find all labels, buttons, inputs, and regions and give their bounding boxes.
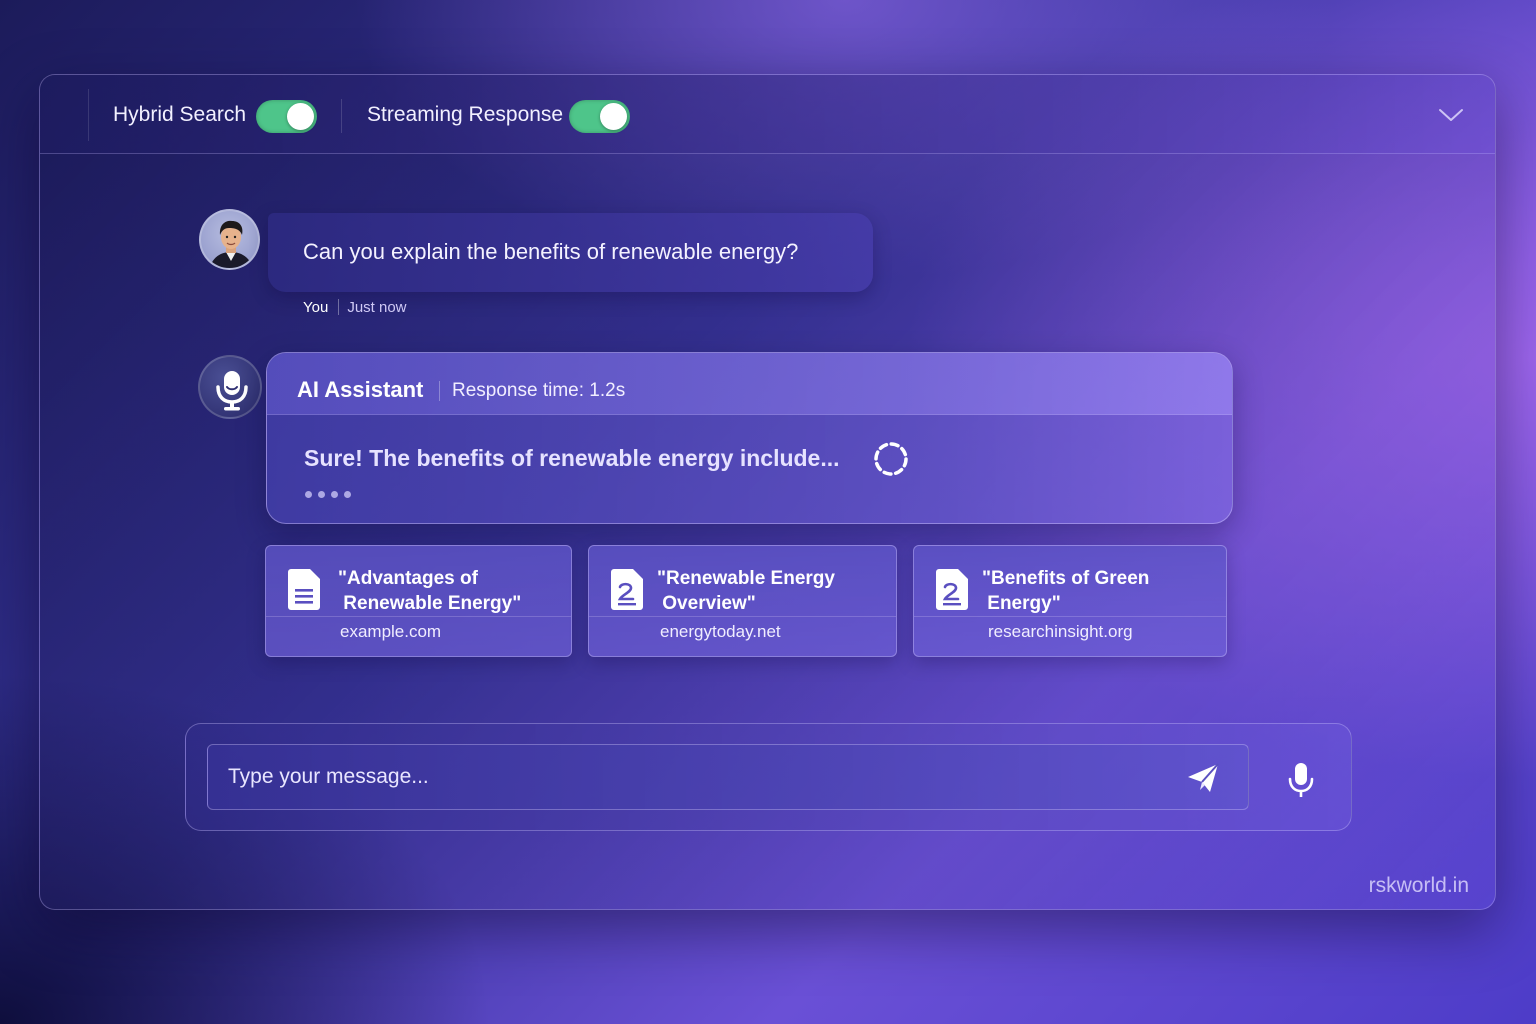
document-2-icon bbox=[611, 569, 643, 610]
assistant-name: AI Assistant bbox=[297, 377, 424, 402]
user-message-bubble: Can you explain the benefits of renewabl… bbox=[268, 213, 873, 292]
message-composer bbox=[185, 723, 1352, 831]
message-input[interactable] bbox=[228, 745, 1168, 809]
source-domain: researchinsight.org bbox=[988, 622, 1133, 641]
chevron-down-icon[interactable] bbox=[1437, 103, 1465, 127]
source-card[interactable]: "Benefits of Green Energy" researchinsig… bbox=[913, 545, 1227, 657]
assistant-message-card: AI Assistant Response time: 1.2s Sure! T… bbox=[266, 352, 1233, 524]
response-time: Response time: 1.2s bbox=[452, 380, 626, 401]
user-avatar bbox=[199, 209, 260, 270]
assistant-avatar bbox=[198, 355, 262, 419]
source-title: "Advantages of Renewable Energy" bbox=[338, 568, 522, 614]
user-message-meta: You Just now bbox=[303, 299, 407, 316]
message-input-box bbox=[207, 744, 1249, 810]
divider bbox=[338, 299, 340, 315]
source-card[interactable]: "Renewable Energy Overview" energytoday.… bbox=[588, 545, 897, 657]
streaming-response-label: Streaming Response bbox=[367, 103, 564, 126]
document-2-icon bbox=[936, 569, 968, 610]
divider bbox=[266, 616, 571, 617]
divider bbox=[589, 616, 896, 617]
microphone-icon[interactable] bbox=[1285, 761, 1317, 799]
hybrid-search-label: Hybrid Search bbox=[113, 103, 247, 126]
message-author: You bbox=[303, 299, 329, 316]
user-message-text: Can you explain the benefits of renewabl… bbox=[303, 239, 799, 264]
divider bbox=[341, 99, 342, 133]
typing-indicator bbox=[305, 485, 357, 503]
assistant-header: AI Assistant Response time: 1.2s bbox=[267, 353, 1232, 415]
toggle-knob bbox=[287, 103, 314, 130]
source-domain: example.com bbox=[340, 622, 442, 641]
source-card[interactable]: "Advantages of Renewable Energy" example… bbox=[265, 545, 572, 657]
hybrid-search-toggle[interactable] bbox=[256, 100, 317, 133]
message-timestamp: Just now bbox=[347, 299, 407, 316]
source-domain: energytoday.net bbox=[660, 622, 781, 641]
source-title: "Renewable Energy Overview" bbox=[657, 568, 835, 614]
watermark: rskworld.in bbox=[1368, 874, 1469, 897]
assistant-microphone-icon bbox=[216, 371, 248, 411]
divider bbox=[88, 89, 89, 141]
divider bbox=[439, 381, 440, 401]
toggle-knob bbox=[600, 103, 627, 130]
send-icon[interactable] bbox=[1186, 762, 1220, 794]
document-lines-icon bbox=[288, 569, 320, 610]
assistant-message-text: Sure! The benefits of renewable energy i… bbox=[304, 445, 840, 471]
settings-bar: Hybrid Search Streaming Response bbox=[40, 75, 1495, 154]
source-title: "Benefits of Green Energy" bbox=[982, 568, 1150, 614]
divider bbox=[914, 616, 1226, 617]
streaming-response-toggle[interactable] bbox=[569, 100, 630, 133]
loading-spinner-icon bbox=[874, 442, 908, 476]
